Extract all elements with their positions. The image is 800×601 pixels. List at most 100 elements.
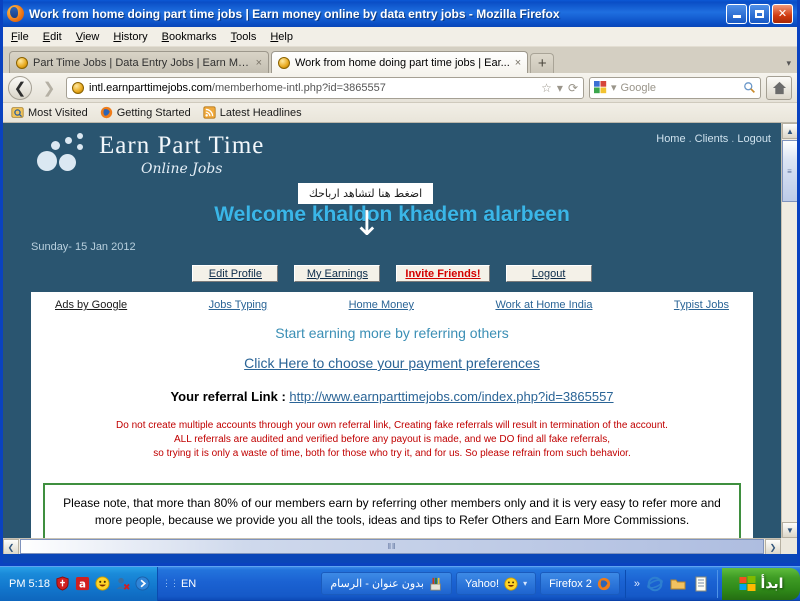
tray-expand-icon[interactable] [135, 576, 150, 591]
tab-close-icon[interactable]: × [515, 57, 521, 69]
nav-link-clients[interactable]: Clients [695, 133, 729, 145]
avg-antivirus-icon[interactable]: a [75, 576, 90, 591]
address-bar-text: intl.earnparttimejobs.com/memberhome-int… [89, 82, 536, 94]
payment-preferences-row: Click Here to choose your payment prefer… [31, 341, 753, 373]
quick-launch-chevron-icon[interactable]: « [634, 578, 640, 590]
horizontal-scrollbar-thumb[interactable]: ‖‖ [20, 539, 764, 554]
notepad-icon[interactable] [693, 576, 709, 592]
logout-button[interactable]: Logout [505, 265, 592, 282]
internet-explorer-icon[interactable] [647, 576, 663, 592]
firefox-icon [100, 106, 112, 119]
ad-link-home-money[interactable]: Home Money [349, 299, 414, 311]
scrollbar-corner [781, 538, 797, 554]
tab-label: Work from home doing part time jobs | Ea… [295, 56, 510, 69]
bookmark-star-icon[interactable]: ☆ [541, 81, 552, 95]
scroll-up-button[interactable]: ▲ [782, 123, 797, 139]
tab-close-icon[interactable]: × [256, 57, 262, 69]
back-button[interactable]: ❮ [8, 75, 32, 100]
tooltip-arrow-down-icon: ↓ [352, 204, 382, 244]
home-button[interactable] [766, 75, 792, 100]
navigation-toolbar: ❮ ❯ intl.earnparttimejobs.com/memberhome… [3, 73, 797, 103]
ad-link-typist-jobs[interactable]: Typist Jobs [674, 299, 729, 311]
menu-bookmarks[interactable]: Bookmarks [162, 31, 217, 43]
menu-edit[interactable]: Edit [43, 31, 62, 43]
browser-chrome: File Edit View History Bookmarks Tools Help Pa… [3, 27, 797, 554]
scroll-right-button[interactable]: ❯ [765, 539, 781, 554]
google-ads-row: Ads by Google Jobs Typing Home Money Wor… [31, 297, 753, 311]
window-controls: ✕ [726, 3, 797, 24]
start-button[interactable]: ابدأ [722, 567, 800, 600]
search-engine-chevron-down-icon[interactable]: ▾ [611, 81, 617, 94]
user-disconnected-icon[interactable] [115, 576, 130, 591]
yahoo-messenger-icon[interactable] [95, 576, 110, 591]
chevron-down-icon[interactable]: ▾ [523, 579, 527, 588]
language-bar[interactable]: ⋮⋮ EN [158, 578, 200, 590]
ads-by-google-label: Ads by Google [55, 299, 128, 311]
logo-text: Earn Part Time Online Jobs [99, 129, 264, 177]
taskbar-clock[interactable]: PM 5:18 [9, 578, 50, 590]
paint-icon [430, 577, 441, 591]
menu-help[interactable]: Help [270, 31, 293, 43]
fake-referral-warning: Do not create multiple accounts through … [31, 404, 753, 461]
warning-line: ALL referrals are audited and verified b… [174, 434, 610, 445]
menu-history[interactable]: History [113, 31, 147, 43]
site-logo[interactable]: Earn Part Time Online Jobs [35, 129, 264, 177]
folder-icon[interactable] [670, 576, 686, 592]
new-tab-button[interactable]: + [530, 53, 555, 73]
ad-link-work-at-home-india[interactable]: Work at Home India [495, 299, 592, 311]
tab-list-chevron-down-icon[interactable]: ▾ [786, 58, 791, 69]
bookmark-label: Latest Headlines [219, 106, 302, 119]
reload-icon[interactable]: ⟳ [568, 81, 578, 95]
chevron-down-icon[interactable]: ▾ [557, 81, 563, 95]
nav-link-home[interactable]: Home [656, 133, 685, 145]
start-label: ابدأ [760, 575, 784, 592]
payment-preferences-link[interactable]: Click Here to choose your payment prefer… [244, 355, 540, 371]
taskbar-button-paint[interactable]: بدون عنوان - الرسام [321, 572, 452, 595]
referral-link-url[interactable]: http://www.earnparttimejobs.com/index.ph… [289, 389, 613, 404]
horizontal-scrollbar[interactable]: ❮ ‖‖ ❯ [3, 538, 781, 554]
shield-icon[interactable] [55, 576, 70, 591]
search-bar[interactable]: ▾ Google [589, 76, 761, 99]
nav-separator: . [688, 133, 692, 145]
edit-profile-button[interactable]: Edit Profile [192, 265, 279, 282]
warning-line: Do not create multiple accounts through … [116, 420, 668, 431]
scroll-down-button[interactable]: ▼ [782, 522, 797, 538]
tab-work-from-home[interactable]: Work from home doing part time jobs | Ea… [271, 51, 529, 73]
referral-link-row: Your referral Link : http://www.earnpart… [31, 373, 753, 404]
menu-tools[interactable]: Tools [231, 31, 257, 43]
browser-viewport: Earn Part Time Online Jobs Home. Clients.… [3, 123, 797, 554]
maximize-button[interactable] [749, 3, 770, 24]
invite-friends-button[interactable]: Invite Friends! [396, 265, 490, 282]
my-earnings-button[interactable]: My Earnings [294, 265, 381, 282]
google-icon [594, 81, 607, 94]
bookmark-latest-headlines[interactable]: Latest Headlines [203, 106, 302, 119]
scroll-left-button[interactable]: ❮ [3, 539, 19, 554]
forward-button[interactable]: ❯ [37, 76, 61, 100]
vertical-scrollbar[interactable]: ▲ ≡ ▼ [781, 123, 797, 538]
language-indicator[interactable]: EN [181, 578, 196, 590]
referral-link-label: Your referral Link : [170, 389, 290, 404]
menu-view[interactable]: View [76, 31, 100, 43]
vertical-scrollbar-thumb[interactable]: ≡ [782, 140, 797, 202]
bookmark-getting-started[interactable]: Getting Started [100, 106, 191, 119]
bookmark-most-visited[interactable]: Most Visited [11, 106, 88, 119]
warning-line: so trying it is only a waste of time, bo… [153, 448, 631, 459]
search-icon[interactable] [743, 81, 756, 94]
nav-link-logout[interactable]: Logout [737, 133, 771, 145]
taskbar-button-label: Firefox 2 [549, 577, 592, 590]
minimize-button[interactable] [726, 3, 747, 24]
taskbar-button-yahoo[interactable]: ▾ !Yahoo [456, 572, 537, 595]
taskbar-button-firefox[interactable]: Firefox 2 [540, 572, 620, 595]
address-bar[interactable]: intl.earnparttimejobs.com/memberhome-int… [66, 76, 584, 99]
firefox-icon [597, 577, 610, 590]
language-bar-grip[interactable]: ⋮⋮ [162, 578, 179, 589]
tab-part-time-jobs[interactable]: Part Time Jobs | Data Entry Jobs | Earn … [9, 51, 269, 73]
ad-link-jobs-typing[interactable]: Jobs Typing [209, 299, 268, 311]
close-button[interactable]: ✕ [772, 3, 793, 24]
current-date: Sunday- 15 Jan 2012 [31, 241, 136, 253]
welcome-zone: Welcome khaldon khadem alarbeen اضغط هنا… [3, 183, 781, 241]
quick-launch-bar: « [624, 569, 718, 598]
search-input[interactable]: Google [621, 82, 739, 94]
window-title: Work from home doing part time jobs | Ea… [29, 6, 560, 21]
menu-file[interactable]: File [11, 31, 29, 43]
